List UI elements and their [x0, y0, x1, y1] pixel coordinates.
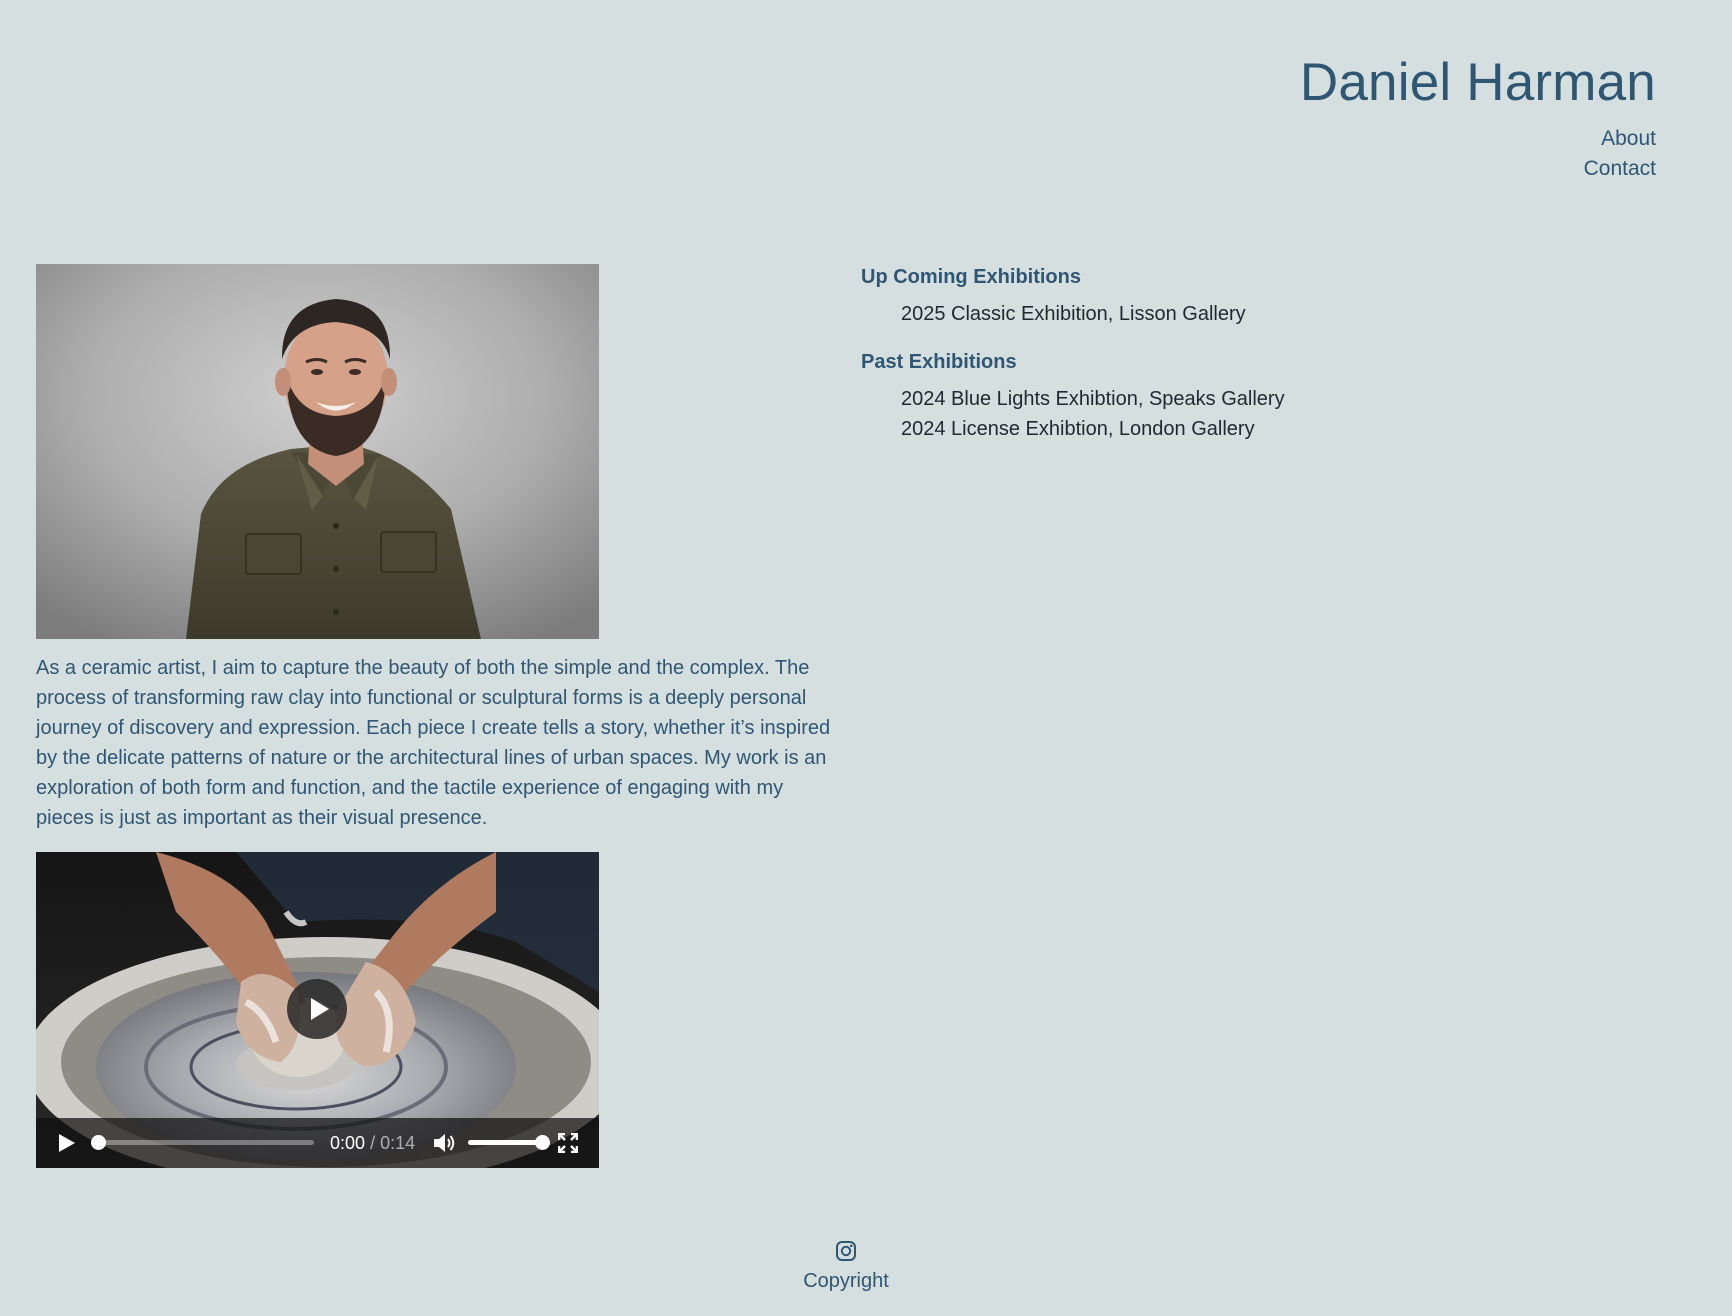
nav-link-contact[interactable]: Contact [1584, 154, 1656, 184]
fullscreen-icon[interactable] [557, 1132, 579, 1154]
exhibitions-section: Up Coming Exhibitions 2025 Classic Exhib… [861, 262, 1481, 444]
nav-link-about[interactable]: About [1584, 124, 1656, 154]
play-icon[interactable] [58, 1133, 76, 1153]
portrait-illustration [36, 264, 599, 639]
upcoming-exhibitions-list: 2025 Classic Exhibition, Lisson Gallery [901, 299, 1481, 329]
site-footer: Copyright [0, 1240, 1692, 1294]
past-exhibitions-list: 2024 Blue Lights Exhibtion, Speaks Galle… [901, 384, 1481, 444]
instagram-icon[interactable] [835, 1240, 857, 1262]
artist-statement: As a ceramic artist, I aim to capture th… [36, 657, 831, 829]
past-exhibitions-heading: Past Exhibitions [861, 351, 1017, 373]
volume-icon[interactable] [432, 1132, 456, 1154]
video-controls-bar: 0:00 / 0:14 [36, 1118, 599, 1168]
artist-portrait-image [36, 264, 599, 639]
upcoming-exhibitions-heading: Up Coming Exhibitions [861, 266, 1081, 288]
video-progress-bar[interactable] [91, 1135, 314, 1150]
copyright-text: Copyright [803, 1270, 889, 1292]
video-duration: 0:14 [380, 1133, 416, 1153]
list-item: 2024 License Exhibtion, London Gallery [901, 418, 1255, 440]
main-nav: About Contact [1584, 124, 1656, 184]
pottery-video-player[interactable]: 0:00 / 0:14 [36, 852, 599, 1168]
volume-slider[interactable] [468, 1135, 550, 1150]
list-item: 2025 Classic Exhibition, Lisson Gallery [901, 303, 1246, 325]
progress-handle[interactable] [91, 1135, 106, 1150]
volume-handle[interactable] [535, 1135, 550, 1150]
video-time-display: 0:00 / 0:14 [330, 1132, 415, 1154]
current-time: 0:00 [330, 1133, 366, 1153]
big-play-button[interactable] [287, 979, 347, 1039]
volume-fill [468, 1140, 542, 1145]
site-title: Daniel Harman [1299, 53, 1656, 112]
list-item: 2024 Blue Lights Exhibtion, Speaks Galle… [901, 388, 1285, 410]
time-separator: / [370, 1133, 376, 1153]
